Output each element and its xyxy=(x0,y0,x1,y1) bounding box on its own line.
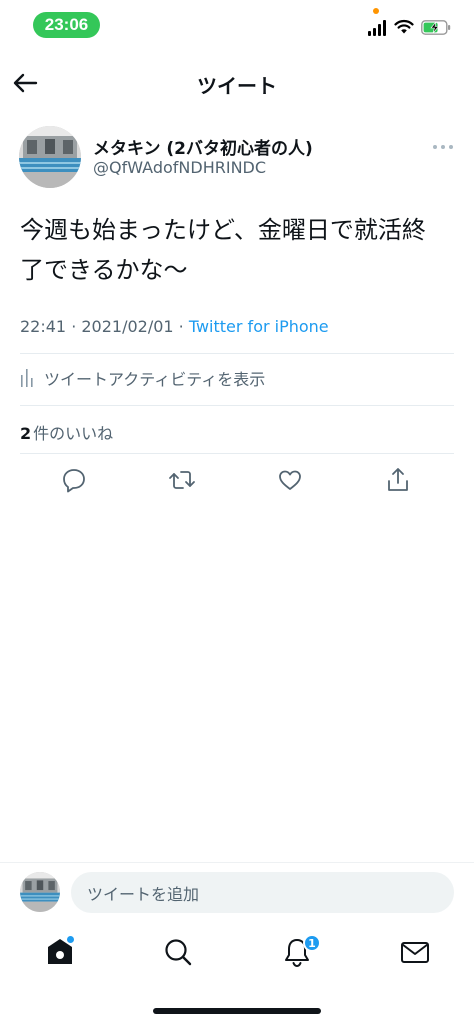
battery-charging-icon xyxy=(421,20,451,35)
divider xyxy=(20,405,454,406)
tweet-metadata: 22:41 · 2021/02/01 · Twitter for iPhone xyxy=(20,317,329,336)
tweet-text-line: 今週も始まったけど、金曜日で就活終 xyxy=(20,216,426,244)
author-avatar[interactable] xyxy=(19,126,81,188)
my-avatar[interactable] xyxy=(20,872,60,912)
tweet-actions-bar xyxy=(0,466,474,496)
likes-summary[interactable]: 2 件のいいね xyxy=(20,420,113,444)
search-icon[interactable] xyxy=(161,935,195,969)
privacy-indicator-dot xyxy=(373,8,379,14)
tweet-activity-label: ツイートアクティビティを表示 xyxy=(44,370,266,389)
avatar-photo-icon xyxy=(19,126,81,188)
status-bar: 23:06 xyxy=(0,0,474,50)
divider xyxy=(0,862,474,863)
top-nav-bar: ツイート xyxy=(0,58,474,108)
tweet-timestamp: 22:41 · 2021/02/01 · xyxy=(20,317,189,336)
messages-envelope-icon[interactable] xyxy=(398,935,432,969)
share-icon[interactable] xyxy=(384,466,412,494)
likes-count: 2 xyxy=(20,424,32,443)
tweet-activity-link[interactable]: ツイートアクティビティを表示 xyxy=(20,366,265,390)
home-unread-dot xyxy=(67,936,74,943)
reply-icon[interactable] xyxy=(60,466,88,494)
status-time[interactable]: 23:06 xyxy=(33,12,100,38)
retweet-icon[interactable] xyxy=(168,466,196,494)
tweet-source-link[interactable]: Twitter for iPhone xyxy=(189,317,329,336)
like-heart-icon[interactable] xyxy=(276,466,304,494)
page-title: ツイート xyxy=(197,74,277,98)
wifi-icon xyxy=(394,19,414,34)
avatar-photo-icon xyxy=(20,872,60,912)
divider xyxy=(20,453,454,454)
reply-input[interactable]: ツイートを追加 xyxy=(71,872,454,913)
likes-label: 件のいいね xyxy=(33,424,114,443)
analytics-bars-icon xyxy=(21,369,33,387)
divider xyxy=(20,353,454,354)
author-handle[interactable]: @QfWAdofNDHRINDC xyxy=(93,158,266,177)
tweet-detail-screen: 23:06 ツイート メタキン (2バタ初心者の人) @QfWAdofNDHRI… xyxy=(0,0,474,1024)
cellular-signal-icon xyxy=(368,20,386,36)
notifications-badge: 1 xyxy=(303,934,321,952)
tweet-text-line: 了できるかな〜 xyxy=(20,256,188,284)
author-display-name[interactable]: メタキン (2バタ初心者の人) xyxy=(93,134,313,159)
tweet-text: 今週も始まったけど、金曜日で就活終 了できるかな〜 xyxy=(20,210,460,290)
home-indicator[interactable] xyxy=(153,1008,321,1014)
more-options-icon[interactable] xyxy=(430,140,456,154)
